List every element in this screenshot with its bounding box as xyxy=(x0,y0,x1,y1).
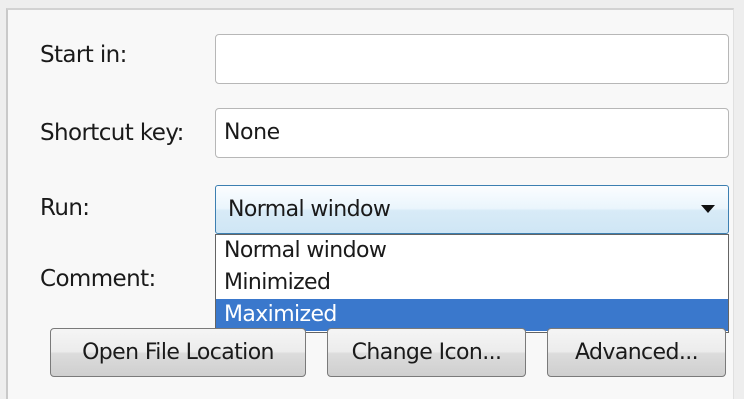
open-file-location-button[interactable]: Open File Location xyxy=(50,328,306,377)
run-select-value: Normal window xyxy=(228,197,391,222)
comment-label: Comment: xyxy=(40,266,156,292)
shortcut-key-label: Shortcut key: xyxy=(40,120,184,146)
advanced-button[interactable]: Advanced... xyxy=(547,328,726,377)
run-option-maximized[interactable]: Maximized xyxy=(216,299,728,331)
chevron-down-icon[interactable] xyxy=(701,205,715,213)
run-select[interactable]: Normal window xyxy=(215,185,729,234)
start-in-field[interactable] xyxy=(215,34,729,84)
start-in-label: Start in: xyxy=(40,42,127,68)
run-dropdown-list: Normal window Minimized Maximized xyxy=(215,234,729,333)
run-label: Run: xyxy=(40,195,90,221)
change-icon-button[interactable]: Change Icon... xyxy=(327,328,526,377)
shortcut-key-field[interactable]: None xyxy=(215,108,729,158)
run-option-normal-window[interactable]: Normal window xyxy=(216,235,728,267)
run-option-minimized[interactable]: Minimized xyxy=(216,267,728,299)
